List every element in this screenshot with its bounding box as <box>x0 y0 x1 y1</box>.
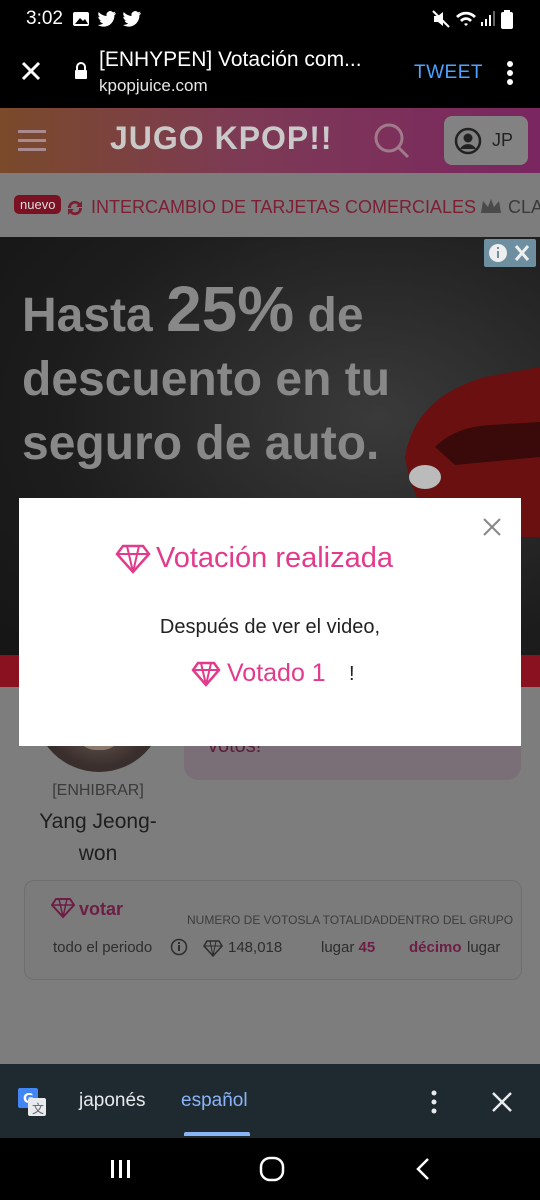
total-votes: 148,018 <box>228 939 283 956</box>
group-rank: décimo <box>409 939 462 956</box>
status-time: 3:02 <box>26 8 63 29</box>
mute-icon <box>432 10 450 28</box>
battery-icon <box>501 10 513 29</box>
back-icon[interactable] <box>412 1156 436 1182</box>
gallery-icon <box>73 12 89 26</box>
twitter-icon <box>97 11 116 27</box>
group-rank-suffix: lugar <box>467 939 501 956</box>
tweet-button[interactable]: TWEET <box>414 62 483 84</box>
vote-confirmation-dialog: Votación realizada Después de ver el vid… <box>19 498 521 746</box>
dialog-title: Votación realizada <box>156 542 393 574</box>
vote-button[interactable]: votar <box>79 899 123 920</box>
voted-count: Votado 1 <box>227 659 326 687</box>
voted-exclaim: ! <box>349 663 355 685</box>
page-title: [ENHYPEN] Votación com... <box>99 48 362 71</box>
close-tab-icon[interactable] <box>16 56 46 86</box>
language-button[interactable]: JP <box>444 116 528 165</box>
vote-stats-box: votar NUMERO DE VOTOSLA TOTALIDADDENTRO … <box>24 880 522 980</box>
twitter-icon <box>122 11 141 27</box>
selected-tab-indicator <box>184 1132 250 1136</box>
nav-item-trading-cards[interactable]: INTERCAMBIO DE TARJETAS COMERCIALES <box>91 197 476 218</box>
more-options-icon[interactable] <box>500 58 520 88</box>
close-icon[interactable] <box>490 1091 514 1113</box>
refresh-icon <box>67 200 83 216</box>
site-nav: nuevo INTERCAMBIO DE TARJETAS COMERCIALE… <box>0 173 540 301</box>
dialog-subtitle: Después de ver el video, <box>159 616 381 638</box>
gem-icon <box>191 661 221 687</box>
period-label: todo el periodo <box>53 939 153 956</box>
recent-apps-icon[interactable] <box>108 1156 134 1182</box>
ad-text: Hasta 25% de descuento en tu seguro de a… <box>22 273 391 470</box>
member-name: Yang Jeong-won <box>39 810 157 865</box>
site-header: JUGO KPOP!! JP <box>0 108 540 173</box>
gem-icon <box>51 898 75 919</box>
wifi-icon <box>456 11 476 26</box>
translate-bar: G文 japonés español <box>0 1064 540 1138</box>
hamburger-menu-icon[interactable] <box>18 128 48 152</box>
ad-info-icon <box>489 244 530 262</box>
crown-icon <box>481 199 501 213</box>
tab-source-language[interactable]: japonés <box>79 1090 146 1112</box>
tab-target-language[interactable]: español <box>181 1090 248 1112</box>
status-bar: 3:02 <box>0 0 540 38</box>
home-icon[interactable] <box>258 1156 286 1182</box>
lock-icon <box>75 62 87 79</box>
search-icon[interactable] <box>372 121 412 161</box>
close-icon[interactable] <box>481 516 503 538</box>
vote-columns-header: NUMERO DE VOTOSLA TOTALIDADDENTRO DEL GR… <box>187 913 514 927</box>
overall-rank: lugar 45 <box>321 939 376 956</box>
info-icon[interactable] <box>170 938 188 956</box>
google-translate-icon: G文 <box>18 1088 46 1116</box>
system-nav-bar <box>0 1138 540 1200</box>
browser-toolbar: [ENHYPEN] Votación com... kpopjuice.com … <box>0 38 540 108</box>
language-label: JP <box>492 130 514 150</box>
svg-text:文: 文 <box>32 1101 44 1116</box>
ad-choices-button[interactable] <box>484 239 536 267</box>
gem-icon <box>115 544 151 574</box>
site-logo[interactable]: JUGO KPOP!! <box>110 120 333 157</box>
gem-icon <box>203 940 223 957</box>
new-badge: nuevo <box>14 195 62 214</box>
user-icon <box>454 127 482 155</box>
more-options-icon[interactable] <box>426 1089 442 1115</box>
signal-icon <box>481 11 495 26</box>
page-domain: kpopjuice.com <box>99 76 208 95</box>
group-tag: [ENHIBRAR] <box>52 782 144 799</box>
nav-item-ranking[interactable]: CLA <box>508 197 540 218</box>
